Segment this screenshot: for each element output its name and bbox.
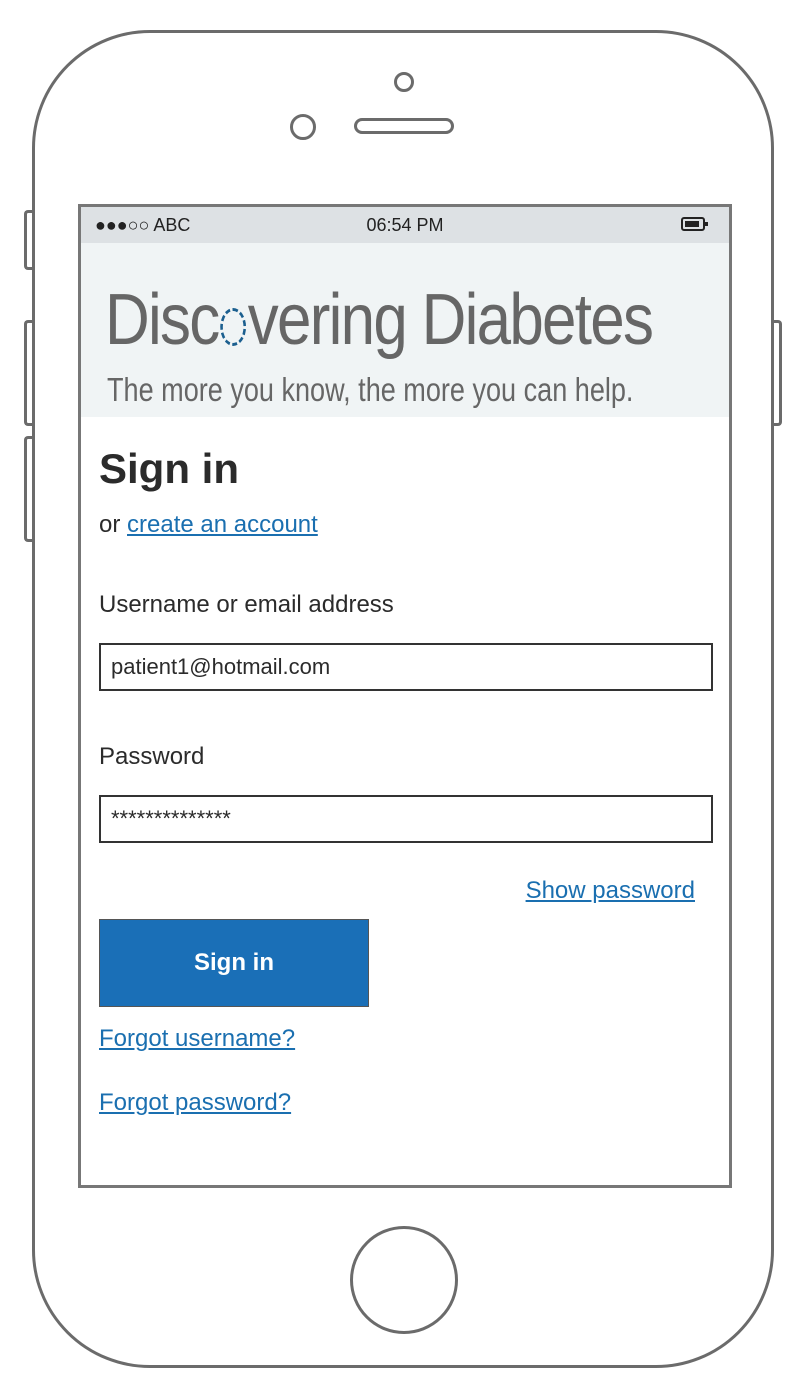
power-button <box>774 320 782 426</box>
page-title: Sign in <box>99 445 239 492</box>
sign-in-button[interactable]: Sign in <box>99 919 369 1007</box>
status-bar: ●●●○○ ABC 06:54 PM <box>81 207 729 243</box>
banner-title-part2: vering Diabetes <box>247 280 654 360</box>
forgot-username-link[interactable]: Forgot username? <box>99 1025 295 1053</box>
banner-subtitle: The more you know, the more you can help… <box>107 371 634 408</box>
banner-title: Disc vering Diabetes <box>105 279 654 361</box>
app-banner: Disc vering Diabetes The more you know, t… <box>81 243 729 417</box>
show-password-link[interactable]: Show password <box>526 877 695 905</box>
username-field[interactable] <box>99 643 713 691</box>
mute-switch <box>24 210 32 270</box>
forgot-password-link[interactable]: Forgot password? <box>99 1089 291 1117</box>
password-field[interactable] <box>99 795 713 843</box>
app-screen: ●●●○○ ABC 06:54 PM Disc vering Diabetes T… <box>78 204 732 1188</box>
front-camera <box>290 114 316 140</box>
or-text: or <box>99 511 128 538</box>
status-time: 06:54 PM <box>366 215 444 235</box>
battery-icon <box>681 217 708 231</box>
banner-title-part1: Disc <box>105 280 220 360</box>
volume-down-button <box>24 436 32 542</box>
logo-o-icon <box>220 308 247 346</box>
proximity-sensor <box>394 72 414 92</box>
earpiece-speaker <box>354 118 454 134</box>
create-account-line: or create an account <box>99 511 318 539</box>
create-account-link[interactable]: create an account <box>127 511 318 538</box>
password-label: Password <box>99 743 205 770</box>
volume-up-button <box>24 320 32 426</box>
home-button[interactable] <box>350 1226 458 1334</box>
username-label: Username or email address <box>99 591 394 618</box>
